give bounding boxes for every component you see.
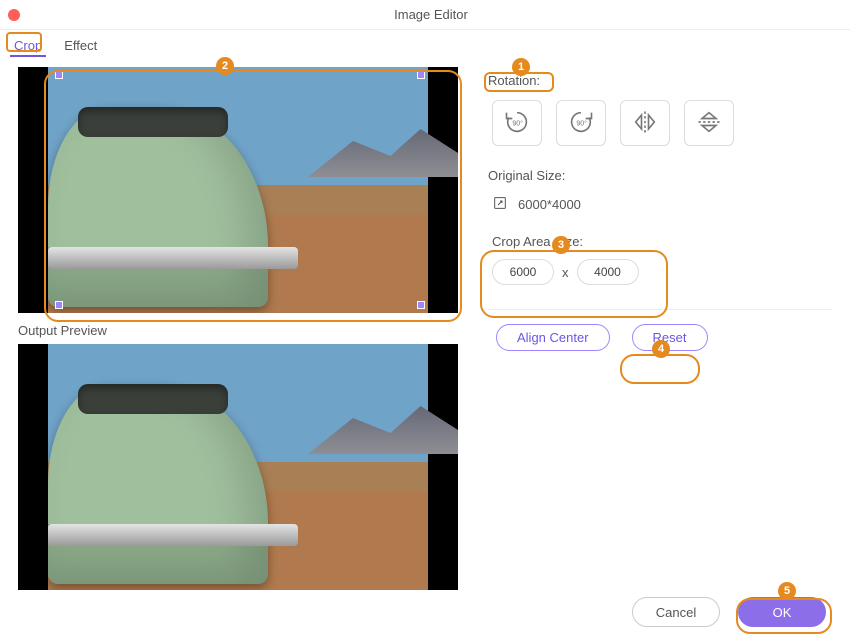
flip-vertical-button[interactable]	[684, 100, 734, 146]
crop-handle-top-left[interactable]	[55, 71, 63, 79]
crop-handle-bottom-left[interactable]	[55, 301, 63, 309]
svg-text:90°: 90°	[576, 119, 587, 127]
reset-button[interactable]: Reset	[632, 324, 708, 351]
titlebar: Image Editor	[0, 0, 850, 30]
original-size-label: Original Size:	[488, 168, 832, 183]
original-size-row: 6000*4000	[492, 195, 832, 214]
close-window-dot[interactable]	[8, 9, 20, 21]
rotate-ccw-icon: 90°	[503, 108, 531, 139]
rotate-cw-button[interactable]: 90°	[556, 100, 606, 146]
x-separator: x	[562, 265, 569, 280]
tab-bar: Crop Effect	[0, 30, 850, 57]
rotation-buttons: 90° 90°	[492, 100, 832, 146]
flip-horizontal-button[interactable]	[620, 100, 670, 146]
ok-button[interactable]: OK	[738, 597, 826, 627]
flip-vertical-icon	[695, 108, 723, 139]
crop-height-input[interactable]	[577, 259, 639, 285]
original-size-value: 6000*4000	[518, 197, 581, 212]
cancel-button[interactable]: Cancel	[632, 597, 720, 627]
expand-icon	[492, 195, 508, 214]
divider	[488, 309, 832, 310]
crop-handle-top-right[interactable]	[417, 71, 425, 79]
output-preview-label: Output Preview	[18, 323, 458, 338]
crop-handle-bottom-right[interactable]	[417, 301, 425, 309]
tab-crop[interactable]: Crop	[10, 36, 46, 57]
dialog-footer: Cancel OK	[632, 597, 826, 627]
output-preview	[18, 344, 458, 590]
rotate-ccw-button[interactable]: 90°	[492, 100, 542, 146]
rotation-label: Rotation:	[488, 73, 832, 88]
window-title: Image Editor	[20, 7, 842, 22]
crop-preview[interactable]	[18, 67, 458, 313]
tab-effect[interactable]: Effect	[60, 36, 101, 57]
align-center-button[interactable]: Align Center	[496, 324, 610, 351]
crop-area-size-label: Crop Area Size:	[492, 234, 832, 249]
crop-area-size-row: x	[492, 259, 832, 285]
crop-width-input[interactable]	[492, 259, 554, 285]
svg-text:90°: 90°	[512, 119, 523, 127]
rotate-cw-icon: 90°	[567, 108, 595, 139]
flip-horizontal-icon	[631, 108, 659, 139]
crop-action-row: Align Center Reset	[496, 324, 832, 351]
